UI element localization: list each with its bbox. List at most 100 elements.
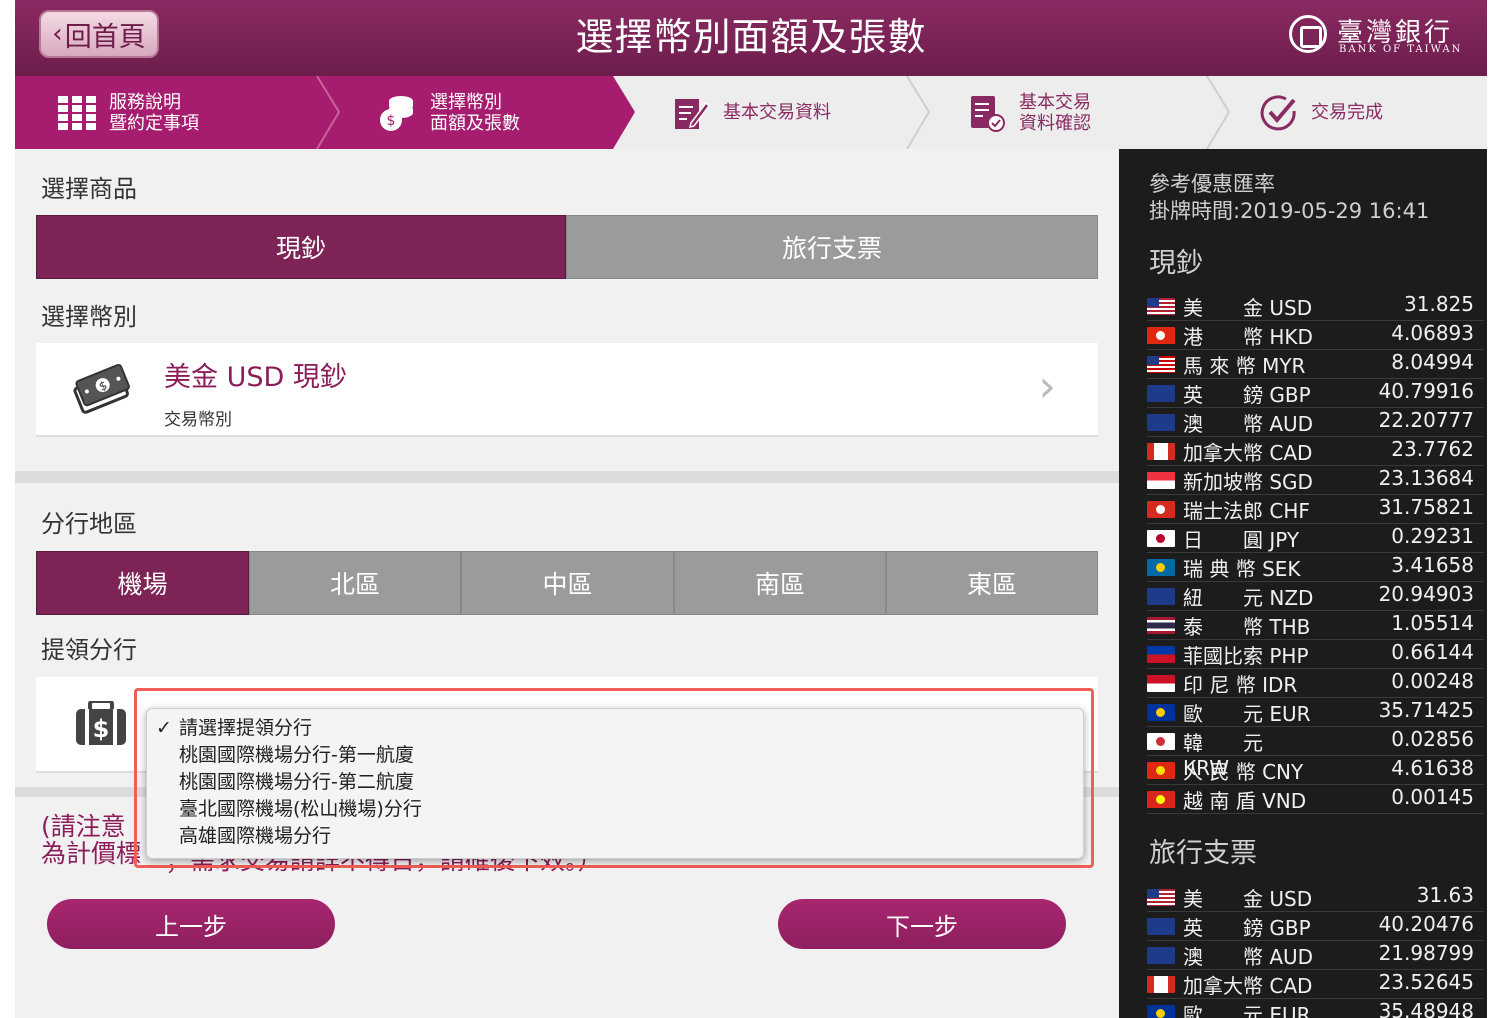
tab-region-north[interactable]: 北區 [249,551,461,615]
flag-gb-icon [1147,918,1175,935]
currency-name: 印 尼 幣 IDR [1183,673,1298,697]
currency-rate: 0.66144 [1391,640,1474,664]
cash-rates-label: 現鈔 [1149,248,1203,279]
branch-option[interactable]: 臺北國際機場(松山機場)分行 [147,796,1083,823]
notice-text: (請注意 為計價標 [41,813,141,867]
step-select-currency: $ 選擇幣別 面額及張數 [378,76,520,149]
rate-row: 歐 元 EUR 35.48948 [1147,998,1484,1018]
flag-eu-icon [1147,1005,1175,1018]
main-panel: 選擇商品 現鈔 旅行支票 選擇幣別 $ 美金 USD 現鈔 交易幣別 › 分行地… [15,149,1119,1018]
currency-rate: 23.7762 [1391,437,1474,461]
currency-name: 加拿大幣 CAD [1183,974,1313,998]
coins-icon: $ [378,93,418,133]
currency-rate: 40.79916 [1378,379,1474,403]
checkmark-circle-icon [1259,93,1299,133]
currency-name: 美 金 USD [1183,296,1313,320]
svg-text:$: $ [93,715,110,743]
flag-au-icon [1147,947,1175,964]
rate-row: 馬 來 幣 MYR 8.04994 [1147,349,1484,379]
rate-row: 澳 幣 AUD 21.98799 [1147,940,1484,970]
rate-row: 泰 幣 THB 1.05514 [1147,610,1484,640]
rate-row: 加拿大幣 CAD 23.52645 [1147,969,1484,999]
rate-row: 人 民 幣 CNY 4.61638 [1147,755,1484,785]
currency-rate: 31.63 [1416,883,1474,907]
currency-name: 澳 幣 AUD [1183,945,1314,969]
rate-row: 韓 元 KRW 0.02856 [1147,726,1484,780]
rate-row: 英 鎊 GBP 40.20476 [1147,911,1484,941]
prev-step-button[interactable]: 上一步 [47,899,335,949]
tc-rates-label: 旅行支票 [1149,838,1257,869]
currency-rate: 40.20476 [1378,912,1474,936]
flag-vn-icon [1147,791,1175,808]
rate-row: 越 南 盾 VND 0.00145 [1147,784,1484,814]
currency-rate: 23.52645 [1378,970,1474,994]
flag-nz-icon [1147,588,1175,605]
cash-icon: $ [70,363,132,419]
product-tabs: 現鈔 旅行支票 [36,215,1098,279]
branch-section-label: 提領分行 [41,636,137,664]
currency-name: 瑞 典 幣 SEK [1183,557,1301,581]
notice-line-2: 為計價標 [41,839,142,868]
branch-option-label: 請選擇提領分行 [179,717,313,739]
flag-th-icon [1147,617,1175,634]
tab-region-central[interactable]: 中區 [461,551,674,615]
logo-english-name: BANK OF TAIWAN [1339,44,1463,55]
branch-option[interactable]: ✓ 請選擇提領分行 [147,715,1083,742]
region-section-label: 分行地區 [41,510,137,538]
currency-rate: 35.71425 [1378,698,1474,722]
currency-name: 瑞士法郎 CHF [1183,499,1310,523]
branch-option[interactable]: 高雄國際機場分行 [147,823,1083,850]
currency-name: 泰 幣 THB [1183,615,1311,639]
currency-subtitle: 交易幣別 [164,410,232,430]
flag-ca-icon [1147,443,1175,460]
tab-travelers-cheque[interactable]: 旅行支票 [566,215,1098,279]
branch-dropdown-menu[interactable]: ✓ 請選擇提領分行 桃園國際機場分行-第一航廈 桃園國際機場分行-第二航廈 臺北國… [146,708,1084,859]
tab-cash[interactable]: 現鈔 [36,215,566,279]
rates-timestamp: 掛牌時間:2019-05-29 16:41 [1149,199,1430,223]
step-label: 基本交易 資料確認 [1019,91,1091,134]
currency-name: 菲國比索 PHP [1183,644,1309,668]
currency-rate: 0.00145 [1391,785,1474,809]
exchange-rate-sidebar: 參考優惠匯率 掛牌時間:2019-05-29 16:41 現鈔 美 金 USD 3… [1119,149,1487,1018]
flag-au-icon [1147,414,1175,431]
flag-jp-icon [1147,530,1175,547]
app-frame: ‹ 回首頁 選擇幣別面額及張數 臺灣銀行 BANK OF TAIWAN 服務說明… [15,0,1487,1018]
branch-option-label: 桃園國際機場分行-第一航廈 [179,744,414,766]
tab-region-airport[interactable]: 機場 [36,551,249,615]
step-basic-info: 基本交易資料 [671,76,831,149]
flag-se-icon [1147,559,1175,576]
currency-rate: 22.20777 [1378,408,1474,432]
step-confirm-info: 基本交易 資料確認 [967,76,1091,149]
currency-name: 加拿大幣 CAD [1183,441,1313,465]
step-service-terms: 服務說明 暨約定事項 [57,76,199,149]
flag-sg-icon [1147,472,1175,489]
flag-hk-icon [1147,327,1175,344]
tab-region-east[interactable]: 東區 [886,551,1098,615]
bank-seal-icon [1289,15,1327,53]
rates-title: 參考優惠匯率 [1149,172,1275,196]
flag-us-icon [1147,889,1175,906]
edit-form-icon [671,93,711,133]
rates-header: 參考優惠匯率 掛牌時間:2019-05-29 16:41 [1149,171,1429,225]
currency-rate: 31.825 [1404,292,1474,316]
chevron-right-icon: › [1038,361,1056,412]
step-complete: 交易完成 [1259,76,1383,149]
branch-option[interactable]: 桃園國際機場分行-第一航廈 [147,742,1083,769]
currency-selector-row[interactable]: $ 美金 USD 現鈔 交易幣別 › [36,343,1098,437]
rate-row: 紐 元 NZD 20.94903 [1147,581,1484,611]
flag-ca-icon [1147,976,1175,993]
rate-row: 美 金 USD 31.825 [1147,291,1484,321]
branch-option[interactable]: 桃園國際機場分行-第二航廈 [147,769,1083,796]
rate-row: 加拿大幣 CAD 23.7762 [1147,436,1484,466]
currency-rate: 20.94903 [1378,582,1474,606]
tab-region-south[interactable]: 南區 [674,551,886,615]
step-divider [316,76,341,149]
rate-row: 瑞 典 幣 SEK 3.41658 [1147,552,1484,582]
currency-name: 越 南 盾 VND [1183,789,1307,813]
rate-row: 日 圓 JPY 0.29231 [1147,523,1484,553]
currency-rate: 0.02856 [1391,727,1474,751]
next-step-button[interactable]: 下一步 [778,899,1066,949]
svg-text:$: $ [387,113,396,129]
currency-rate: 0.29231 [1391,524,1474,548]
currency-rate: 23.13684 [1378,466,1474,490]
